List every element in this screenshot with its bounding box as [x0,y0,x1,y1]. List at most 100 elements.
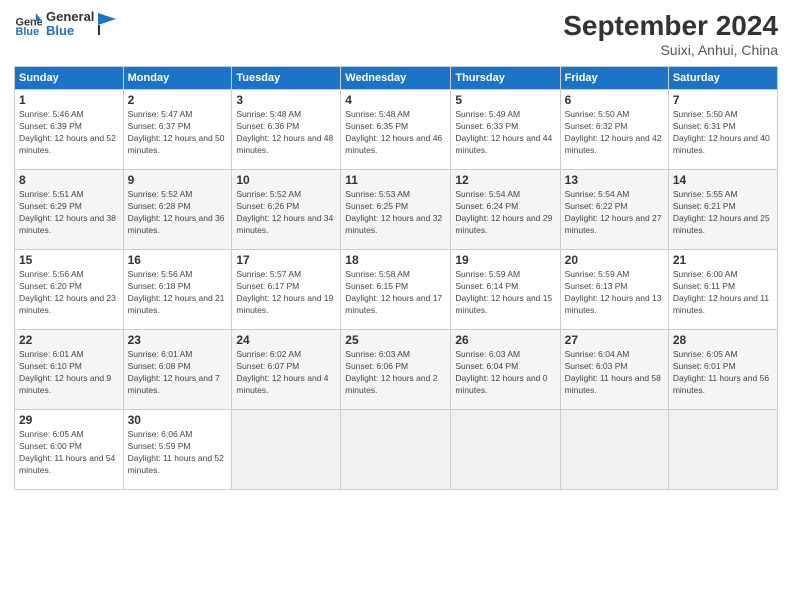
calendar-cell: 25 Sunrise: 6:03 AM Sunset: 6:06 PM Dayl… [341,330,451,410]
calendar-cell [560,410,668,490]
calendar-week-row: 22 Sunrise: 6:01 AM Sunset: 6:10 PM Dayl… [15,330,778,410]
day-info: Sunrise: 6:05 AM Sunset: 6:01 PM Dayligh… [673,349,773,397]
calendar-cell: 26 Sunrise: 6:03 AM Sunset: 6:04 PM Dayl… [451,330,560,410]
calendar-cell: 12 Sunrise: 5:54 AM Sunset: 6:24 PM Dayl… [451,170,560,250]
calendar-cell: 18 Sunrise: 5:58 AM Sunset: 6:15 PM Dayl… [341,250,451,330]
calendar-cell: 21 Sunrise: 6:00 AM Sunset: 6:11 PM Dayl… [668,250,777,330]
day-info: Sunrise: 6:04 AM Sunset: 6:03 PM Dayligh… [565,349,664,397]
calendar-cell [341,410,451,490]
day-info: Sunrise: 6:03 AM Sunset: 6:06 PM Dayligh… [345,349,446,397]
calendar-cell [668,410,777,490]
calendar-table: SundayMondayTuesdayWednesdayThursdayFrid… [14,66,778,490]
day-info: Sunrise: 5:54 AM Sunset: 6:22 PM Dayligh… [565,189,664,237]
svg-text:Blue: Blue [16,26,40,38]
weekday-header-wednesday: Wednesday [341,67,451,90]
day-number: 23 [128,333,228,347]
calendar-cell: 11 Sunrise: 5:53 AM Sunset: 6:25 PM Dayl… [341,170,451,250]
day-number: 11 [345,173,446,187]
calendar-cell [451,410,560,490]
day-number: 25 [345,333,446,347]
weekday-header-tuesday: Tuesday [232,67,341,90]
day-number: 19 [455,253,555,267]
day-info: Sunrise: 5:57 AM Sunset: 6:17 PM Dayligh… [236,269,336,317]
calendar-cell: 17 Sunrise: 5:57 AM Sunset: 6:17 PM Dayl… [232,250,341,330]
calendar-cell: 24 Sunrise: 6:02 AM Sunset: 6:07 PM Dayl… [232,330,341,410]
weekday-header-row: SundayMondayTuesdayWednesdayThursdayFrid… [15,67,778,90]
weekday-header-saturday: Saturday [668,67,777,90]
day-info: Sunrise: 5:58 AM Sunset: 6:15 PM Dayligh… [345,269,446,317]
day-info: Sunrise: 6:01 AM Sunset: 6:08 PM Dayligh… [128,349,228,397]
day-info: Sunrise: 6:06 AM Sunset: 5:59 PM Dayligh… [128,429,228,477]
day-info: Sunrise: 5:50 AM Sunset: 6:32 PM Dayligh… [565,109,664,157]
day-number: 9 [128,173,228,187]
calendar-cell: 28 Sunrise: 6:05 AM Sunset: 6:01 PM Dayl… [668,330,777,410]
day-number: 15 [19,253,119,267]
day-number: 14 [673,173,773,187]
month-title: September 2024 [563,10,778,42]
day-info: Sunrise: 5:54 AM Sunset: 6:24 PM Dayligh… [455,189,555,237]
day-info: Sunrise: 5:56 AM Sunset: 6:18 PM Dayligh… [128,269,228,317]
day-info: Sunrise: 5:48 AM Sunset: 6:35 PM Dayligh… [345,109,446,157]
calendar-week-row: 15 Sunrise: 5:56 AM Sunset: 6:20 PM Dayl… [15,250,778,330]
calendar-cell: 29 Sunrise: 6:05 AM Sunset: 6:00 PM Dayl… [15,410,124,490]
calendar-week-row: 8 Sunrise: 5:51 AM Sunset: 6:29 PM Dayli… [15,170,778,250]
day-number: 30 [128,413,228,427]
day-info: Sunrise: 5:46 AM Sunset: 6:39 PM Dayligh… [19,109,119,157]
calendar-cell: 30 Sunrise: 6:06 AM Sunset: 5:59 PM Dayl… [123,410,232,490]
day-info: Sunrise: 5:59 AM Sunset: 6:14 PM Dayligh… [455,269,555,317]
day-number: 22 [19,333,119,347]
day-number: 6 [565,93,664,107]
day-info: Sunrise: 5:49 AM Sunset: 6:33 PM Dayligh… [455,109,555,157]
day-number: 28 [673,333,773,347]
weekday-header-sunday: Sunday [15,67,124,90]
page-header: General Blue General Blue September 2024… [14,10,778,58]
day-number: 7 [673,93,773,107]
weekday-header-thursday: Thursday [451,67,560,90]
logo-text-general: General [46,10,94,24]
location-subtitle: Suixi, Anhui, China [563,42,778,58]
day-info: Sunrise: 6:01 AM Sunset: 6:10 PM Dayligh… [19,349,119,397]
calendar-cell: 6 Sunrise: 5:50 AM Sunset: 6:32 PM Dayli… [560,90,668,170]
day-info: Sunrise: 5:52 AM Sunset: 6:28 PM Dayligh… [128,189,228,237]
calendar-cell: 27 Sunrise: 6:04 AM Sunset: 6:03 PM Dayl… [560,330,668,410]
calendar-cell: 5 Sunrise: 5:49 AM Sunset: 6:33 PM Dayli… [451,90,560,170]
day-number: 26 [455,333,555,347]
day-number: 8 [19,173,119,187]
day-info: Sunrise: 6:05 AM Sunset: 6:00 PM Dayligh… [19,429,119,477]
calendar-week-row: 29 Sunrise: 6:05 AM Sunset: 6:00 PM Dayl… [15,410,778,490]
day-number: 4 [345,93,446,107]
weekday-header-friday: Friday [560,67,668,90]
day-number: 20 [565,253,664,267]
day-number: 10 [236,173,336,187]
calendar-cell: 7 Sunrise: 5:50 AM Sunset: 6:31 PM Dayli… [668,90,777,170]
day-number: 13 [565,173,664,187]
calendar-cell: 8 Sunrise: 5:51 AM Sunset: 6:29 PM Dayli… [15,170,124,250]
calendar-cell [232,410,341,490]
day-info: Sunrise: 5:51 AM Sunset: 6:29 PM Dayligh… [19,189,119,237]
day-info: Sunrise: 5:50 AM Sunset: 6:31 PM Dayligh… [673,109,773,157]
calendar-cell: 1 Sunrise: 5:46 AM Sunset: 6:39 PM Dayli… [15,90,124,170]
day-number: 27 [565,333,664,347]
calendar-cell: 9 Sunrise: 5:52 AM Sunset: 6:28 PM Dayli… [123,170,232,250]
day-info: Sunrise: 6:02 AM Sunset: 6:07 PM Dayligh… [236,349,336,397]
day-number: 18 [345,253,446,267]
calendar-cell: 15 Sunrise: 5:56 AM Sunset: 6:20 PM Dayl… [15,250,124,330]
calendar-cell: 20 Sunrise: 5:59 AM Sunset: 6:13 PM Dayl… [560,250,668,330]
calendar-week-row: 1 Sunrise: 5:46 AM Sunset: 6:39 PM Dayli… [15,90,778,170]
day-number: 5 [455,93,555,107]
calendar-cell: 4 Sunrise: 5:48 AM Sunset: 6:35 PM Dayli… [341,90,451,170]
logo-icon: General Blue [14,10,42,38]
logo: General Blue General Blue [14,10,116,39]
calendar-cell: 10 Sunrise: 5:52 AM Sunset: 6:26 PM Dayl… [232,170,341,250]
day-number: 29 [19,413,119,427]
day-number: 1 [19,93,119,107]
calendar-cell: 13 Sunrise: 5:54 AM Sunset: 6:22 PM Dayl… [560,170,668,250]
day-number: 16 [128,253,228,267]
weekday-header-monday: Monday [123,67,232,90]
calendar-cell: 23 Sunrise: 6:01 AM Sunset: 6:08 PM Dayl… [123,330,232,410]
day-info: Sunrise: 5:56 AM Sunset: 6:20 PM Dayligh… [19,269,119,317]
day-number: 2 [128,93,228,107]
day-info: Sunrise: 5:53 AM Sunset: 6:25 PM Dayligh… [345,189,446,237]
day-number: 3 [236,93,336,107]
day-number: 17 [236,253,336,267]
